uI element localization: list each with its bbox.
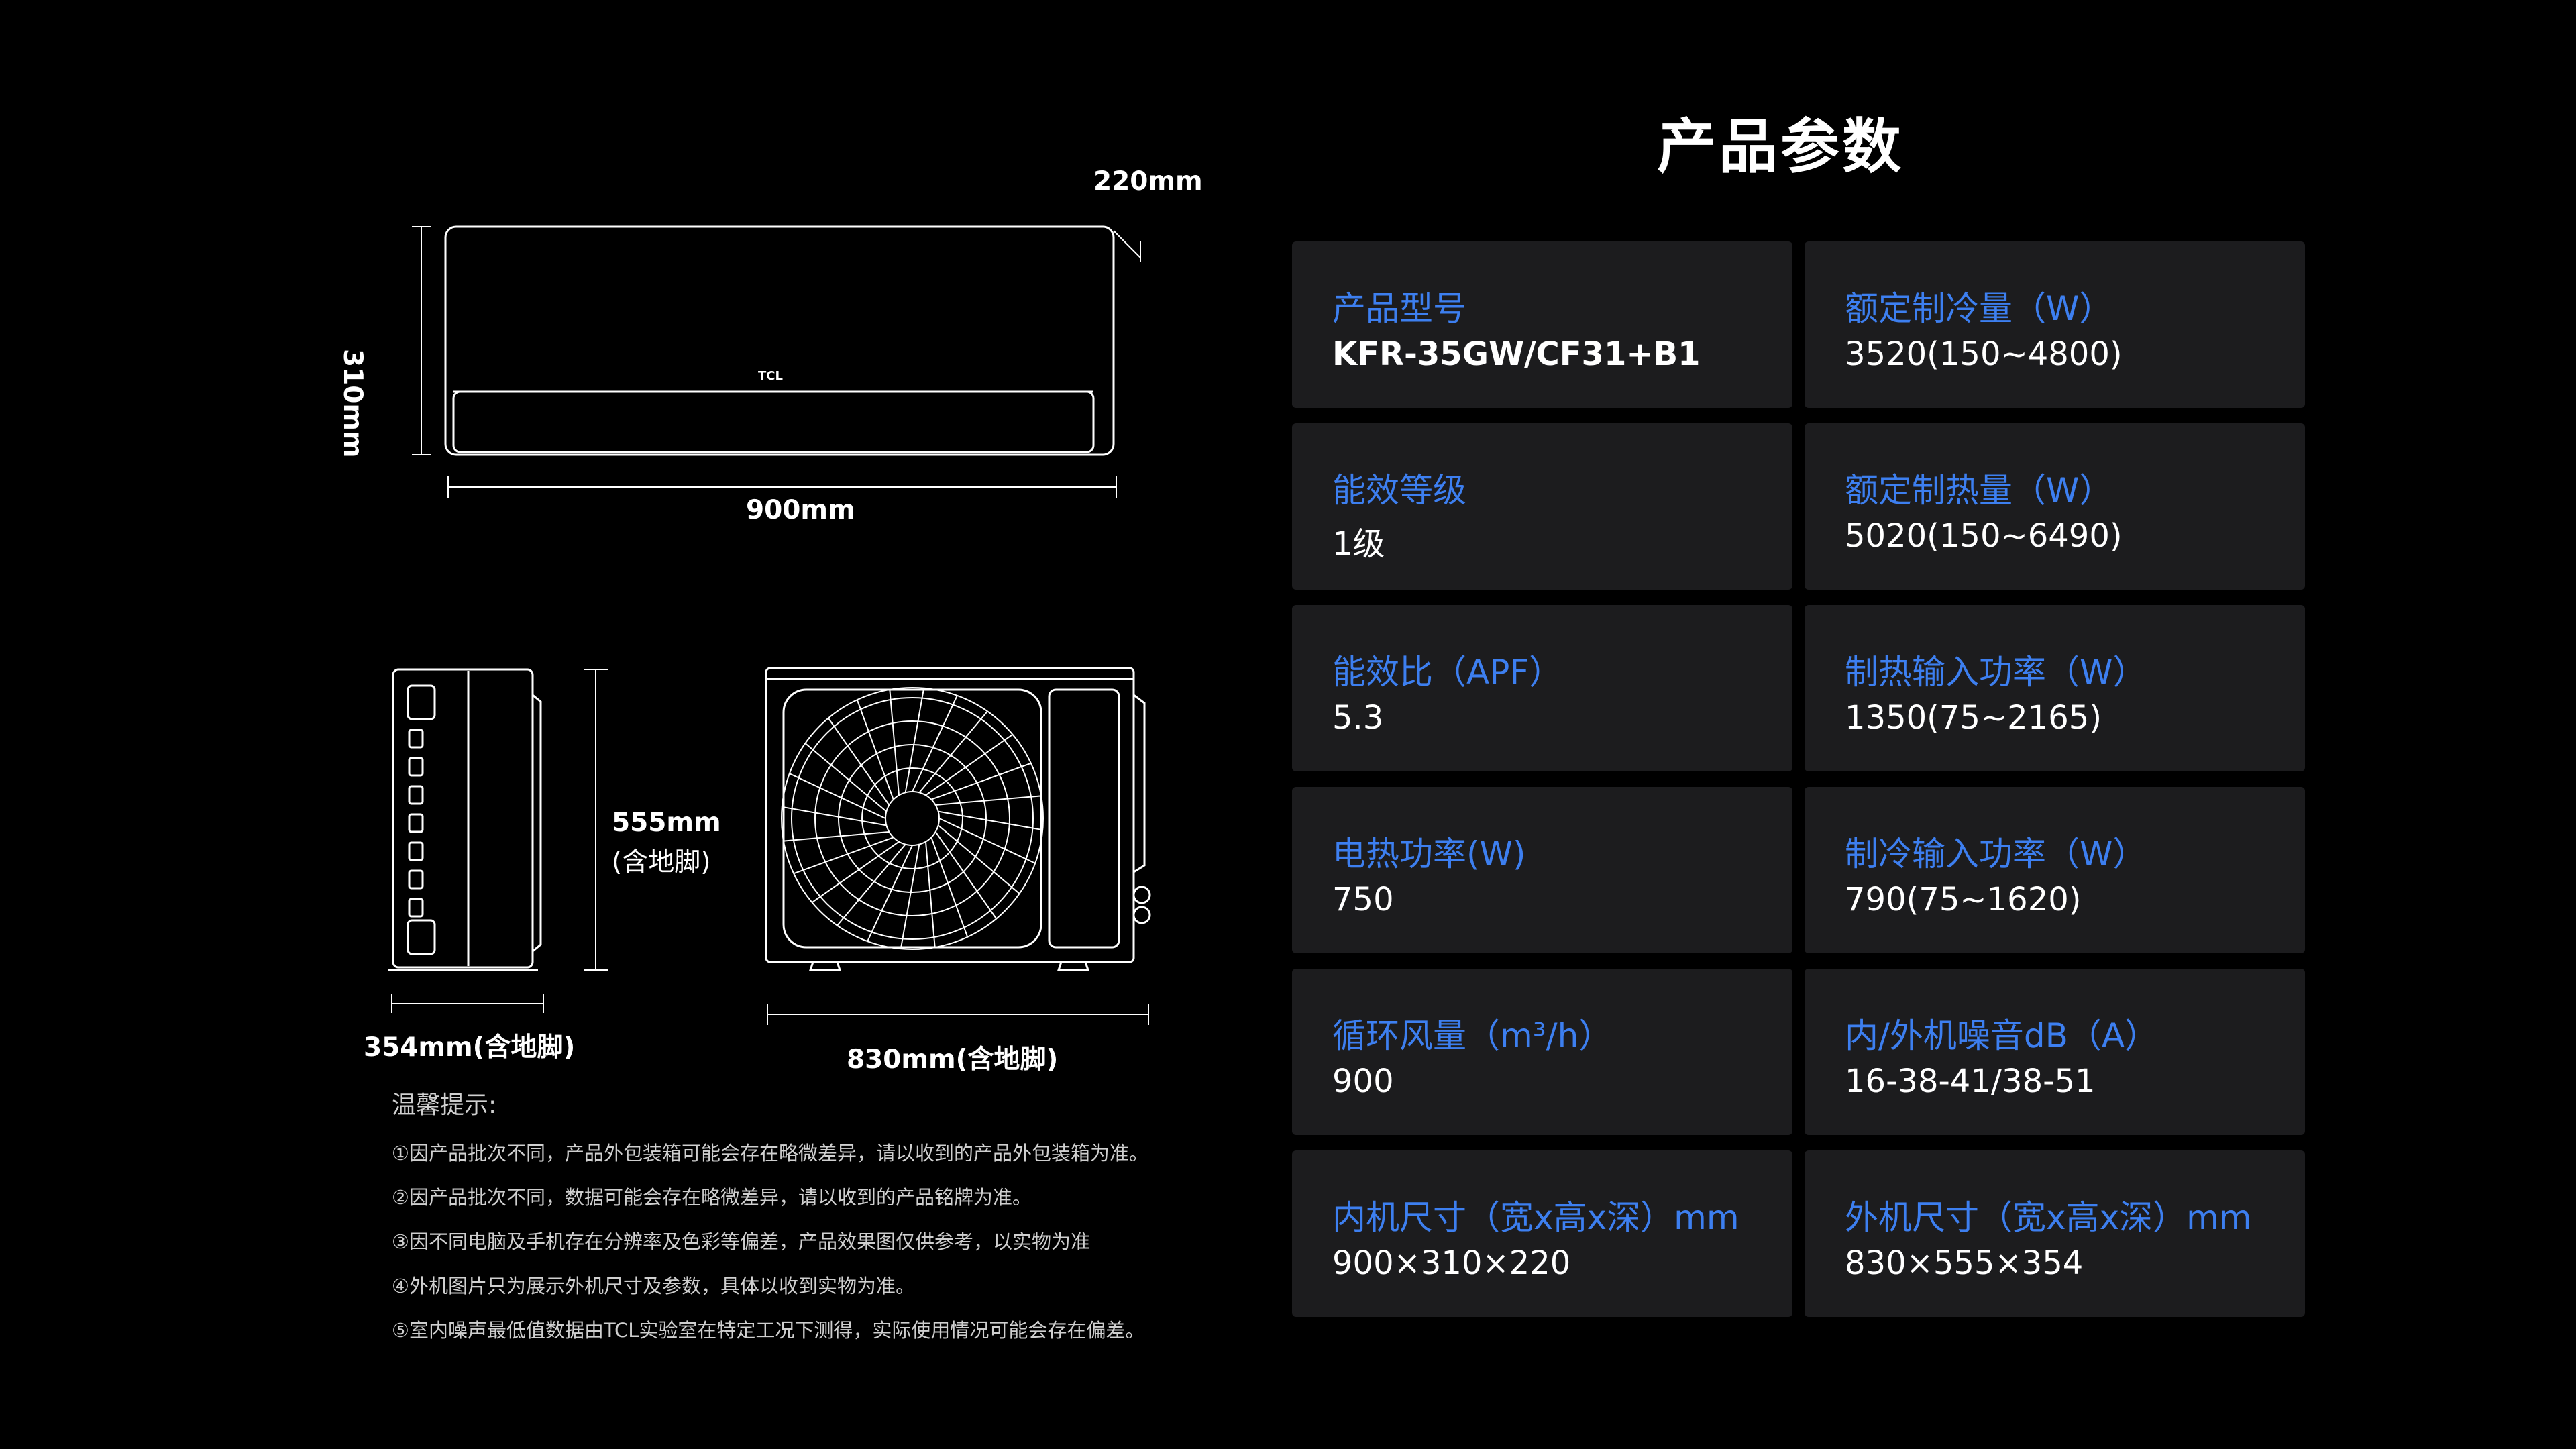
spec-label: 制热输入功率（W） [1845,653,2147,692]
fan-ring [838,744,987,893]
outdoor-depth-label: 354mm(含地脚) [364,1032,576,1063]
spec-card-indoor-size: 内机尺寸（宽x高x深）mm 900×310×220 [1292,1150,1792,1317]
indoor-height-label: 310mm [337,349,368,458]
fan-spoke [804,743,888,812]
spec-label: 外机尺寸（宽x高x深）mm [1845,1198,2252,1237]
spec-value: 830×555×354 [1845,1244,2084,1282]
spec-card-cooling-input: 制冷输入功率（W） 790(75~1620) [1805,787,2305,953]
spec-card-noise: 内/外机噪音dB（A） 16-38-41/38-51 [1805,969,2305,1135]
spec-label: 内/外机噪音dB（A） [1845,1016,2159,1055]
outdoor-unit-side-drawing [388,668,608,1013]
spec-value: 750 [1332,881,1394,918]
tcl-logo: TCL [758,369,783,383]
fan-ring [781,687,1044,950]
fan-ring [861,767,963,869]
spec-value: 1级 [1332,525,1385,563]
note-item: ⑤室内噪声最低值数据由TCL实验室在特定工况下测得，实际使用情况可能会存在偏差。 [392,1319,1145,1342]
spec-value: 790(75~1620) [1845,881,2082,918]
indoor-width-label: 900mm [746,495,855,525]
spec-value: 1350(75~2165) [1845,699,2102,737]
spec-value: 5.3 [1332,699,1384,737]
fan-spoke [938,810,1043,831]
fan-spoke [889,689,900,796]
spec-label: 内机尺寸（宽x高x深）mm [1332,1198,1739,1237]
outdoor-height-sub-label: (含地脚) [612,847,711,877]
fan-spoke [783,831,890,842]
fan-spoke [904,688,925,793]
indoor-depth-label: 220mm [1093,166,1203,197]
fan-spoke [935,795,1042,806]
spec-card-heating-input: 制热输入功率（W） 1350(75~2165) [1805,605,2305,771]
fan-ring [885,791,940,846]
spec-card-outdoor-size: 外机尺寸（宽x高x深）mm 830×555×354 [1805,1150,2305,1317]
spec-card-efficiency-grade: 能效等级 1级 [1292,423,1792,590]
spec-label: 产品型号 [1332,289,1466,328]
spec-card-apf: 能效比（APF） 5.3 [1292,605,1792,771]
spec-card-model: 产品型号 KFR-35GW/CF31+B1 [1292,241,1792,408]
fan-ring [791,697,1034,940]
spec-label: 电热功率(W) [1332,835,1526,873]
spec-label: 能效等级 [1332,471,1466,510]
fan-spoke [837,843,906,926]
outdoor-height-label: 555mm [612,808,721,838]
spec-label: 额定制冷量（W） [1845,289,2113,328]
spec-card-airflow: 循环风量（m³/h） 900 [1292,969,1792,1135]
spec-value: 5020(150~6490) [1845,517,2123,555]
spec-card-electric-heating: 电热功率(W) 750 [1292,787,1792,953]
spec-label: 额定制热量（W） [1845,471,2113,510]
fan-spoke [900,844,920,949]
note-item: ③因不同电脑及手机存在分辨率及色彩等偏差，产品效果图仅供参考，以实物为准 [392,1230,1090,1253]
fan-spoke [937,824,1020,894]
spec-label: 能效比（APF） [1332,653,1563,692]
spec-value: 16-38-41/38-51 [1845,1063,2096,1100]
fan-grille [781,687,1044,950]
spec-card-heating-capacity: 额定制热量（W） 5020(150~6490) [1805,423,2305,590]
note-item: ④外机图片只为展示外机尺寸及参数，具体以收到实物为准。 [392,1275,915,1297]
notes-title: 温馨提示: [392,1091,497,1119]
spec-label: 循环风量（m³/h） [1332,1016,1613,1055]
outdoor-width-label: 830mm(含地脚) [847,1044,1059,1075]
note-item: ①因产品批次不同，产品外包装箱可能会存在略微差异，请以收到的产品外包装箱为准。 [392,1142,1148,1165]
spec-card-cooling-capacity: 额定制冷量（W） 3520(150~4800) [1805,241,2305,408]
spec-value: KFR-35GW/CF31+B1 [1332,335,1701,373]
indoor-unit-drawing [412,225,1141,498]
spec-label: 制冷输入功率（W） [1845,835,2147,873]
fan-spoke [782,806,887,826]
note-item: ②因产品批次不同，数据可能会存在略微差异，请以收到的产品铭牌为准。 [392,1186,1032,1209]
fan-spoke [925,841,936,948]
spec-value: 900×310×220 [1332,1244,1571,1282]
fan-spoke [918,710,988,794]
spec-value: 3520(150~4800) [1845,335,2123,373]
spec-value: 900 [1332,1063,1394,1100]
